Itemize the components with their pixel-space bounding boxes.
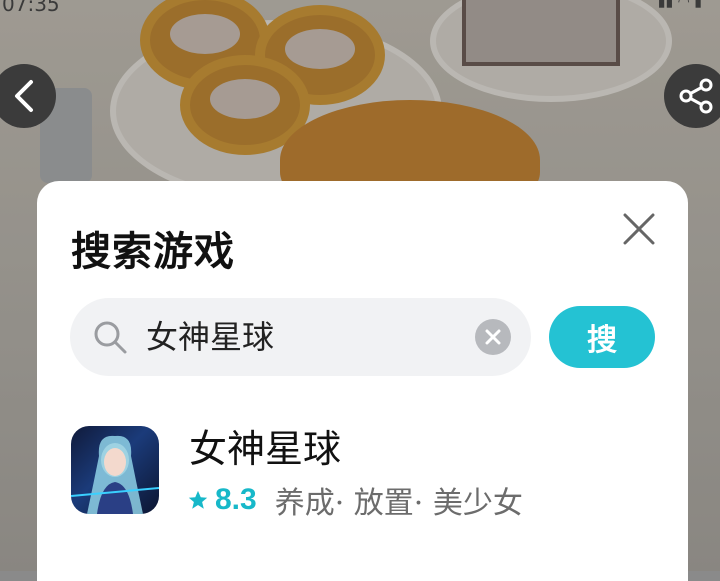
search-result-item[interactable]: 女神星球 8.3 养成· 放置· 美少女: [71, 424, 651, 524]
back-icon: [15, 80, 33, 112]
search-button[interactable]: 搜: [549, 306, 655, 368]
close-button[interactable]: [621, 211, 657, 247]
status-icons: ▮▮ ◠ ▮: [658, 0, 702, 10]
close-icon: [623, 213, 655, 245]
app-name: 女神星球: [189, 427, 342, 471]
app-meta: 8.3 养成· 放置· 美少女: [187, 480, 523, 521]
battery-icon: ▮: [694, 0, 702, 10]
share-button[interactable]: [664, 64, 720, 128]
search-game-dialog: 搜索游戏 女神星球 搜 女神星球 8.3 养成· 放置· 美少女: [37, 181, 688, 581]
app-tags: 养成· 放置· 美少女: [274, 486, 523, 521]
wifi-icon: ◠: [677, 0, 690, 10]
app-icon: [71, 426, 159, 514]
star-icon: [188, 490, 208, 509]
search-field[interactable]: 女神星球: [70, 298, 531, 376]
dialog-title: 搜索游戏: [71, 228, 235, 275]
clear-icon: [485, 329, 501, 345]
clear-button[interactable]: [475, 319, 511, 355]
app-rating: 8.3: [215, 483, 257, 516]
search-icon: [94, 321, 127, 354]
share-icon: [679, 78, 713, 114]
search-input[interactable]: 女神星球: [146, 316, 274, 358]
status-time: 07:35: [2, 0, 60, 16]
signal-icon: ▮▮: [657, 0, 674, 10]
